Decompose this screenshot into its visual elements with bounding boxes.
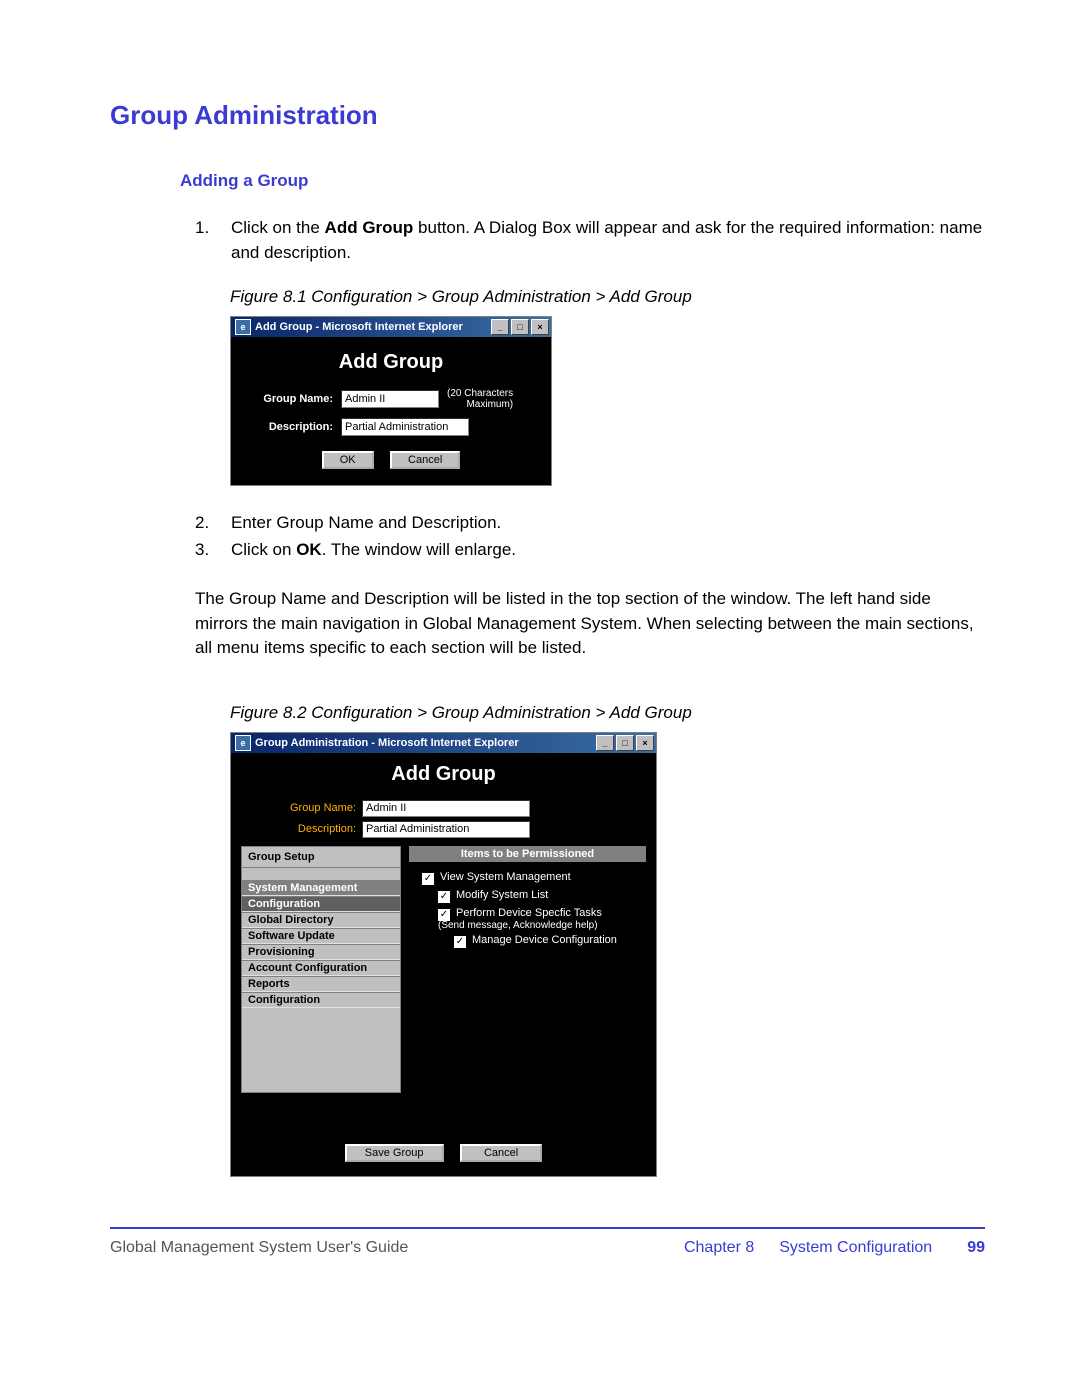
figure-caption-1: Figure 8.1 Configuration > Group Adminis… <box>230 285 985 310</box>
cancel-button[interactable]: Cancel <box>460 1144 542 1162</box>
cancel-button[interactable]: Cancel <box>390 451 460 469</box>
groupname-hint: (20 CharactersMaximum) <box>447 388 513 410</box>
footer-separator <box>110 1227 985 1229</box>
step3-bold: OK <box>296 540 322 559</box>
section-heading: Adding a Group <box>180 171 985 191</box>
footer-chapter: Chapter 8 <box>684 1239 754 1257</box>
titlebar-text: Add Group - Microsoft Internet Explorer <box>255 321 463 333</box>
titlebar: e Group Administration - Microsoft Inter… <box>231 733 656 753</box>
step2-text: Enter Group Name and Description. <box>231 511 985 536</box>
save-group-button[interactable]: Save Group <box>345 1144 444 1162</box>
group-setup-sidebar: Group Setup System Management Configurat… <box>241 846 401 1093</box>
list-item: 1. Click on the Add Group button. A Dial… <box>195 216 985 265</box>
page-heading: Group Administration <box>110 100 985 131</box>
permissions-header: Items to be Permissioned <box>409 846 646 862</box>
paragraph: The Group Name and Description will be l… <box>195 587 975 661</box>
groupname-input[interactable] <box>341 390 439 408</box>
footer-page-number: 99 <box>967 1239 985 1257</box>
sidebar-item-system-management[interactable]: System Management <box>242 880 400 896</box>
footer-section: System Configuration <box>779 1239 932 1257</box>
description-label: Description: <box>243 421 341 433</box>
footer-guide-title: Global Management System User's Guide <box>110 1239 684 1257</box>
close-icon[interactable]: × <box>531 319 549 335</box>
ie-icon: e <box>235 319 251 335</box>
close-icon[interactable]: × <box>636 735 654 751</box>
step1-bold: Add Group <box>325 218 414 237</box>
step3-pre: Click on <box>231 540 296 559</box>
minimize-icon[interactable]: _ <box>491 319 509 335</box>
sidebar-item-global-directory[interactable]: Global Directory <box>242 912 400 928</box>
add-group-dialog-small: e Add Group - Microsoft Internet Explore… <box>230 316 552 486</box>
description-label: Description: <box>241 823 362 835</box>
footer: Global Management System User's Guide Ch… <box>110 1239 985 1257</box>
checkbox-icon[interactable]: ✓ <box>421 872 435 886</box>
permission-label: Modify System List <box>456 889 548 901</box>
groupname-input[interactable] <box>362 800 530 817</box>
permission-row: ✓ Modify System List <box>437 889 642 904</box>
sidebar-item-configuration-2[interactable]: Configuration <box>242 992 400 1008</box>
maximize-icon[interactable]: □ <box>616 735 634 751</box>
list-item: 3. Click on OK. The window will enlarge. <box>195 538 985 563</box>
minimize-icon[interactable]: _ <box>596 735 614 751</box>
titlebar: e Add Group - Microsoft Internet Explore… <box>231 317 551 337</box>
sidebar-item-provisioning[interactable]: Provisioning <box>242 944 400 960</box>
add-group-dialog-large: e Group Administration - Microsoft Inter… <box>230 732 657 1177</box>
permission-row: ✓ Perform Device Specfic Tasks (Send mes… <box>437 907 642 931</box>
permission-label: Manage Device Configuration <box>472 934 617 946</box>
step1-pre: Click on the <box>231 218 325 237</box>
figure-caption-2: Figure 8.2 Configuration > Group Adminis… <box>230 701 985 726</box>
groupname-label: Group Name: <box>241 802 362 814</box>
groupname-label: Group Name: <box>243 393 341 405</box>
checkbox-icon[interactable]: ✓ <box>453 935 467 949</box>
description-input[interactable] <box>362 821 530 838</box>
permission-row: ✓ View System Management <box>421 871 642 886</box>
ok-button[interactable]: OK <box>322 451 374 469</box>
ie-icon: e <box>235 735 251 751</box>
titlebar-text: Group Administration - Microsoft Interne… <box>255 737 519 749</box>
sidebar-item-reports[interactable]: Reports <box>242 976 400 992</box>
dialog-heading: Add Group <box>241 763 646 786</box>
checkbox-icon[interactable]: ✓ <box>437 890 451 904</box>
description-input[interactable] <box>341 418 469 436</box>
sidebar-item-configuration[interactable]: Configuration <box>242 896 400 912</box>
permission-label: View System Management <box>440 871 571 883</box>
sidebar-title: Group Setup <box>242 847 400 868</box>
sidebar-item-software-update[interactable]: Software Update <box>242 928 400 944</box>
dialog-heading: Add Group <box>243 351 539 374</box>
permission-row: ✓ Manage Device Configuration <box>453 934 642 949</box>
maximize-icon[interactable]: □ <box>511 319 529 335</box>
list-item: 2. Enter Group Name and Description. <box>195 511 985 536</box>
sidebar-item-account-configuration[interactable]: Account Configuration <box>242 960 400 976</box>
permission-label: Perform Device Specfic Tasks <box>456 907 602 919</box>
permission-sublabel: (Send message, Acknowledge help) <box>438 920 598 931</box>
step3-post: . The window will enlarge. <box>322 540 516 559</box>
